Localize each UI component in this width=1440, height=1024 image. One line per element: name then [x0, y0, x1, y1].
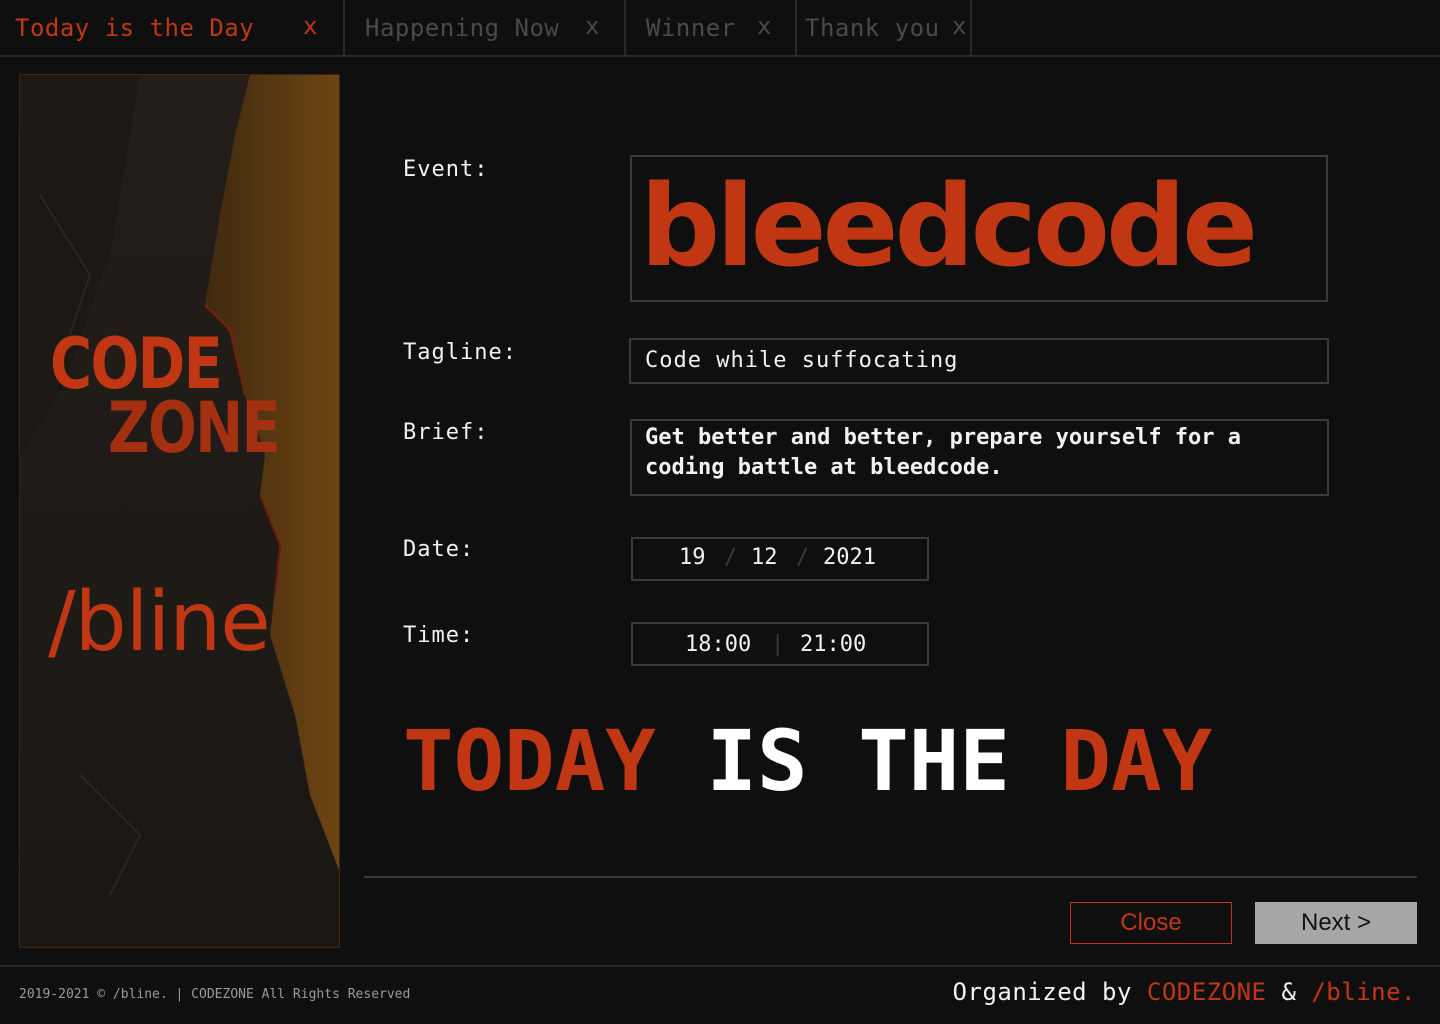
time-separator: |: [771, 632, 785, 657]
headline-word-day: DAY: [1060, 712, 1213, 810]
tab-close-icon[interactable]: x: [952, 12, 967, 40]
event-label: Event:: [403, 157, 489, 182]
tab-happening-now[interactable]: Happening Now x: [345, 0, 626, 55]
tagline-value: Code while suffocating: [645, 348, 959, 373]
organized-prefix: Organized by: [952, 978, 1132, 1006]
headline-word-the: THE: [858, 712, 1010, 810]
copyright-text: 2019-2021 © /bline. | CODEZONE All Right…: [19, 987, 411, 1002]
footer-divider: [0, 965, 1440, 967]
tab-close-icon[interactable]: x: [585, 12, 600, 40]
organizer-bline: /bline.: [1311, 978, 1416, 1006]
organized-by: Organized by CODEZONE & /bline.: [953, 978, 1416, 1006]
organizer-codezone: CODEZONE: [1146, 978, 1267, 1006]
event-poster: CODE ZONE /bline: [19, 74, 340, 948]
time-start[interactable]: 18:00: [685, 632, 751, 657]
time-end[interactable]: 21:00: [800, 632, 866, 657]
tab-close-icon[interactable]: x: [757, 12, 772, 40]
next-button[interactable]: Next >: [1255, 902, 1417, 944]
date-month[interactable]: 12: [751, 545, 778, 570]
date-day[interactable]: 19: [679, 545, 706, 570]
headline: TODAY IS THE DAY: [403, 712, 1212, 810]
tab-close-icon[interactable]: x: [303, 12, 318, 40]
date-field[interactable]: [631, 537, 929, 581]
poster-code-text: CODE: [50, 323, 223, 405]
event-name: bleedcode: [640, 162, 1258, 292]
tab-today-is-the-day[interactable]: Today is the Day x: [0, 0, 345, 55]
date-separator: /: [724, 545, 738, 570]
time-label: Time:: [403, 623, 475, 648]
tab-bar: Today is the Day x Happening Now x Winne…: [0, 0, 1440, 57]
tab-thank-you[interactable]: Thank you x: [797, 0, 972, 55]
tagline-label: Tagline:: [403, 340, 517, 365]
brief-label: Brief:: [403, 420, 489, 445]
tab-label: Winner: [646, 13, 736, 42]
date-year[interactable]: 2021: [823, 545, 876, 570]
brief-value: Get better and better, prepare yourself …: [645, 425, 1242, 480]
tab-label: Happening Now: [365, 13, 560, 42]
close-button[interactable]: Close: [1070, 902, 1232, 944]
tab-label: Thank you: [805, 13, 940, 42]
headline-word-is: IS: [706, 712, 808, 810]
date-label: Date:: [403, 537, 475, 562]
poster-bline-logo: /bline: [48, 575, 271, 670]
tab-label: Today is the Day: [15, 13, 255, 42]
divider: [364, 876, 1417, 878]
headline-word-today: TODAY: [403, 712, 656, 810]
date-separator: /: [796, 545, 810, 570]
organizer-ampersand: &: [1281, 978, 1297, 1006]
poster-zone-text: ZONE: [108, 387, 281, 469]
poster-background-art: [20, 75, 339, 947]
tab-winner[interactable]: Winner x: [626, 0, 797, 55]
